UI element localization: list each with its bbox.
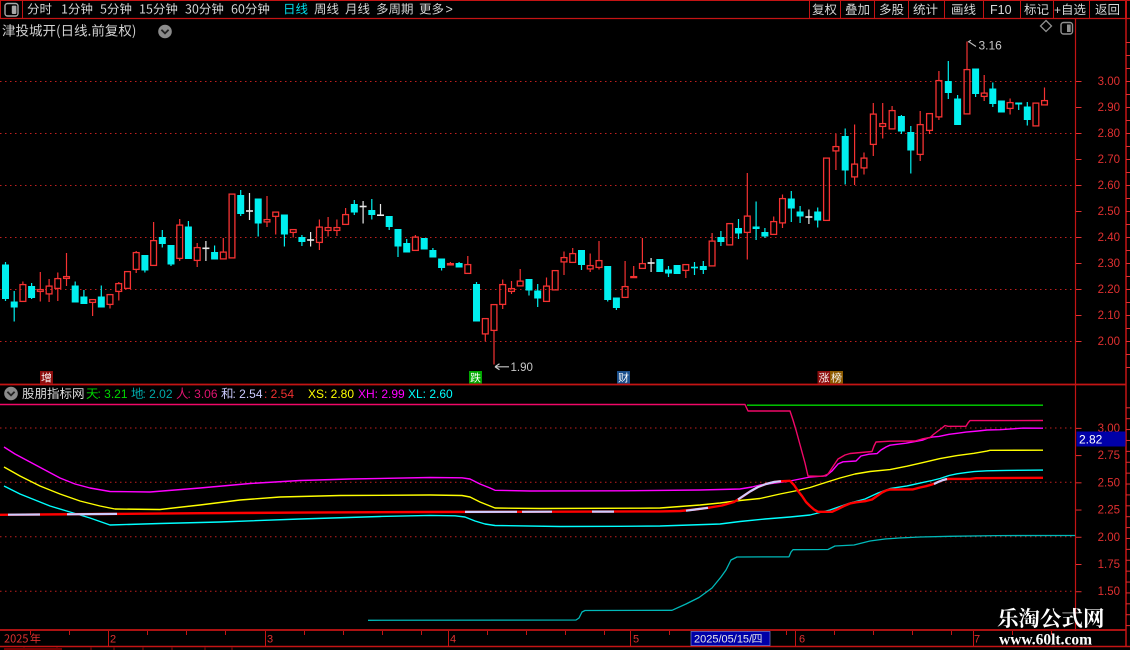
svg-text:7: 7 [974, 634, 980, 646]
svg-text:2.00: 2.00 [1098, 532, 1120, 544]
svg-text:XL: 2.60: XL: 2.60 [408, 387, 453, 401]
svg-text:6: 6 [799, 634, 805, 646]
svg-text:2.75: 2.75 [1098, 450, 1120, 462]
svg-text:2.60: 2.60 [1098, 180, 1120, 192]
svg-text:2025/05/15/: 2025/05/15/ [694, 634, 753, 646]
svg-text:3.16: 3.16 [979, 39, 1003, 53]
svg-text:3: 3 [267, 634, 273, 646]
svg-text:2: 2 [110, 634, 116, 646]
svg-text:2.82: 2.82 [1079, 433, 1103, 447]
svg-text:XH: 2.99: XH: 2.99 [358, 387, 405, 401]
svg-text:: 3.06: : 3.06 [188, 387, 218, 401]
svg-text:3.00: 3.00 [1098, 76, 1120, 88]
svg-text:: 2.54: : 2.54 [264, 387, 294, 401]
svg-text:2.80: 2.80 [1098, 128, 1120, 140]
svg-text:1.75: 1.75 [1098, 559, 1120, 571]
svg-text:2.25: 2.25 [1098, 505, 1120, 517]
svg-text:: 2.54: : 2.54 [233, 387, 263, 401]
svg-text:>: > [446, 3, 453, 17]
svg-text:1.90: 1.90 [511, 362, 533, 374]
svg-text:: 2.02: : 2.02 [143, 387, 173, 401]
svg-text:www.60lt.com: www.60lt.com [999, 632, 1092, 649]
svg-text:2.30: 2.30 [1098, 258, 1120, 270]
svg-text:2.40: 2.40 [1098, 232, 1120, 244]
svg-text:F10: F10 [990, 3, 1012, 17]
svg-text:2.90: 2.90 [1098, 102, 1120, 114]
svg-text:2.00: 2.00 [1098, 336, 1120, 348]
svg-text:2.10: 2.10 [1098, 310, 1120, 322]
svg-text:2.50: 2.50 [1098, 477, 1120, 489]
svg-text:4: 4 [450, 634, 456, 646]
svg-text:1.50: 1.50 [1098, 586, 1120, 598]
svg-text:: 3.21: : 3.21 [98, 387, 128, 401]
svg-text:2.70: 2.70 [1098, 154, 1120, 166]
svg-text:2.20: 2.20 [1098, 284, 1120, 296]
svg-text:5: 5 [633, 634, 639, 646]
svg-text:XS: 2.80: XS: 2.80 [308, 387, 354, 401]
svg-text:+: + [1054, 3, 1061, 17]
svg-text:2.50: 2.50 [1098, 206, 1120, 218]
